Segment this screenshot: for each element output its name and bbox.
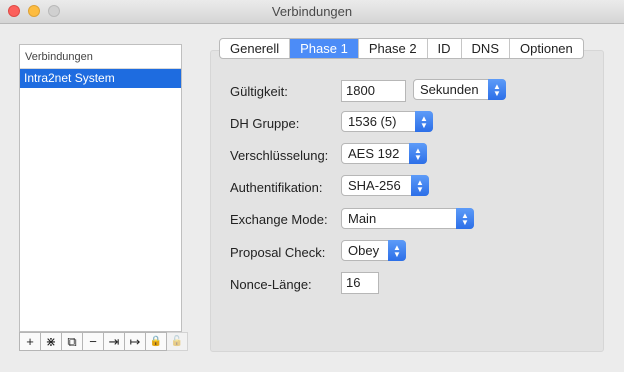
tab-id[interactable]: ID (428, 39, 462, 58)
proposal-check-value: Obey (348, 243, 380, 258)
dh-group-select[interactable]: 1536 (5) ▲ ▼ (341, 111, 433, 132)
unlock-icon: 🔓 (170, 336, 184, 347)
proposal-check-select[interactable]: Obey ▲ ▼ (341, 240, 406, 261)
connections-list-header: Verbindungen (20, 45, 181, 69)
list-item[interactable]: Intra2net System (20, 69, 181, 88)
import-button[interactable]: ⇥ (103, 332, 125, 351)
authentication-value: SHA-256 (348, 178, 401, 193)
dh-group-value: 1536 (5) (348, 114, 397, 129)
title-bar: Verbindungen (0, 0, 624, 24)
lifetime-unit-value: Sekunden (420, 82, 479, 97)
magic-wand-icon: ⋇ (45, 333, 57, 349)
export-icon: ↦ (129, 333, 141, 349)
tab-phase-1[interactable]: Phase 1 (290, 39, 359, 58)
proposal-check-label: Proposal Check: (230, 245, 326, 260)
lifetime-unit-select[interactable]: Sekunden ▲ ▼ (413, 79, 506, 100)
nonce-length-label: Nonce-Länge: (230, 277, 312, 292)
chevron-updown-icon: ▲ ▼ (415, 111, 433, 132)
duplicate-button[interactable]: ⧉ (61, 332, 83, 351)
remove-connection-button[interactable]: − (82, 332, 104, 351)
chevron-updown-icon: ▲ ▼ (488, 79, 506, 100)
encryption-value: AES 192 (348, 146, 400, 161)
nonce-length-input[interactable]: 16 (341, 272, 379, 294)
chevron-updown-icon: ▲ ▼ (388, 240, 406, 261)
window-title: Verbindungen (271, 4, 353, 19)
tab-optionen[interactable]: Optionen (510, 39, 583, 58)
lock-button[interactable]: 🔒 (145, 332, 167, 351)
lifetime-input[interactable]: 1800 (341, 80, 406, 102)
unlock-button: 🔓 (166, 332, 188, 351)
dh-group-label: DH Gruppe: (230, 116, 300, 131)
import-icon: ⇥ (108, 333, 120, 349)
minus-icon: − (89, 334, 97, 349)
tab-dns[interactable]: DNS (462, 39, 510, 58)
authentication-label: Authentifikation: (230, 180, 323, 195)
exchange-mode-label: Exchange Mode: (230, 212, 328, 227)
encryption-select[interactable]: AES 192 ▲ ▼ (341, 143, 427, 164)
lock-icon: 🔒 (149, 336, 163, 347)
add-connection-button[interactable]: + (19, 332, 41, 351)
exchange-mode-select[interactable]: Main ▲ ▼ (341, 208, 474, 229)
plus-icon: + (26, 334, 34, 349)
tab-generell[interactable]: Generell (220, 39, 291, 58)
connections-list[interactable]: Verbindungen Intra2net System (19, 44, 182, 332)
wizard-button[interactable]: ⋇ (40, 332, 62, 351)
chevron-updown-icon: ▲ ▼ (411, 175, 429, 196)
lifetime-label: Gültigkeit: (230, 84, 288, 99)
exchange-mode-value: Main (348, 211, 377, 226)
export-button[interactable]: ↦ (124, 332, 146, 351)
authentication-select[interactable]: SHA-256 ▲ ▼ (341, 175, 429, 196)
chevron-updown-icon: ▲ ▼ (409, 143, 427, 164)
list-toolbar: + ⋇ ⧉ − ⇥ ↦ 🔒 🔓 (19, 332, 197, 351)
tab-phase-2[interactable]: Phase 2 (359, 39, 428, 58)
chevron-updown-icon: ▲ ▼ (456, 208, 474, 229)
tab-bar: Generell Phase 1 Phase 2 ID DNS Optionen (219, 38, 584, 59)
duplicate-icon: ⧉ (67, 333, 77, 349)
encryption-label: Verschlüsselung: (230, 148, 329, 163)
